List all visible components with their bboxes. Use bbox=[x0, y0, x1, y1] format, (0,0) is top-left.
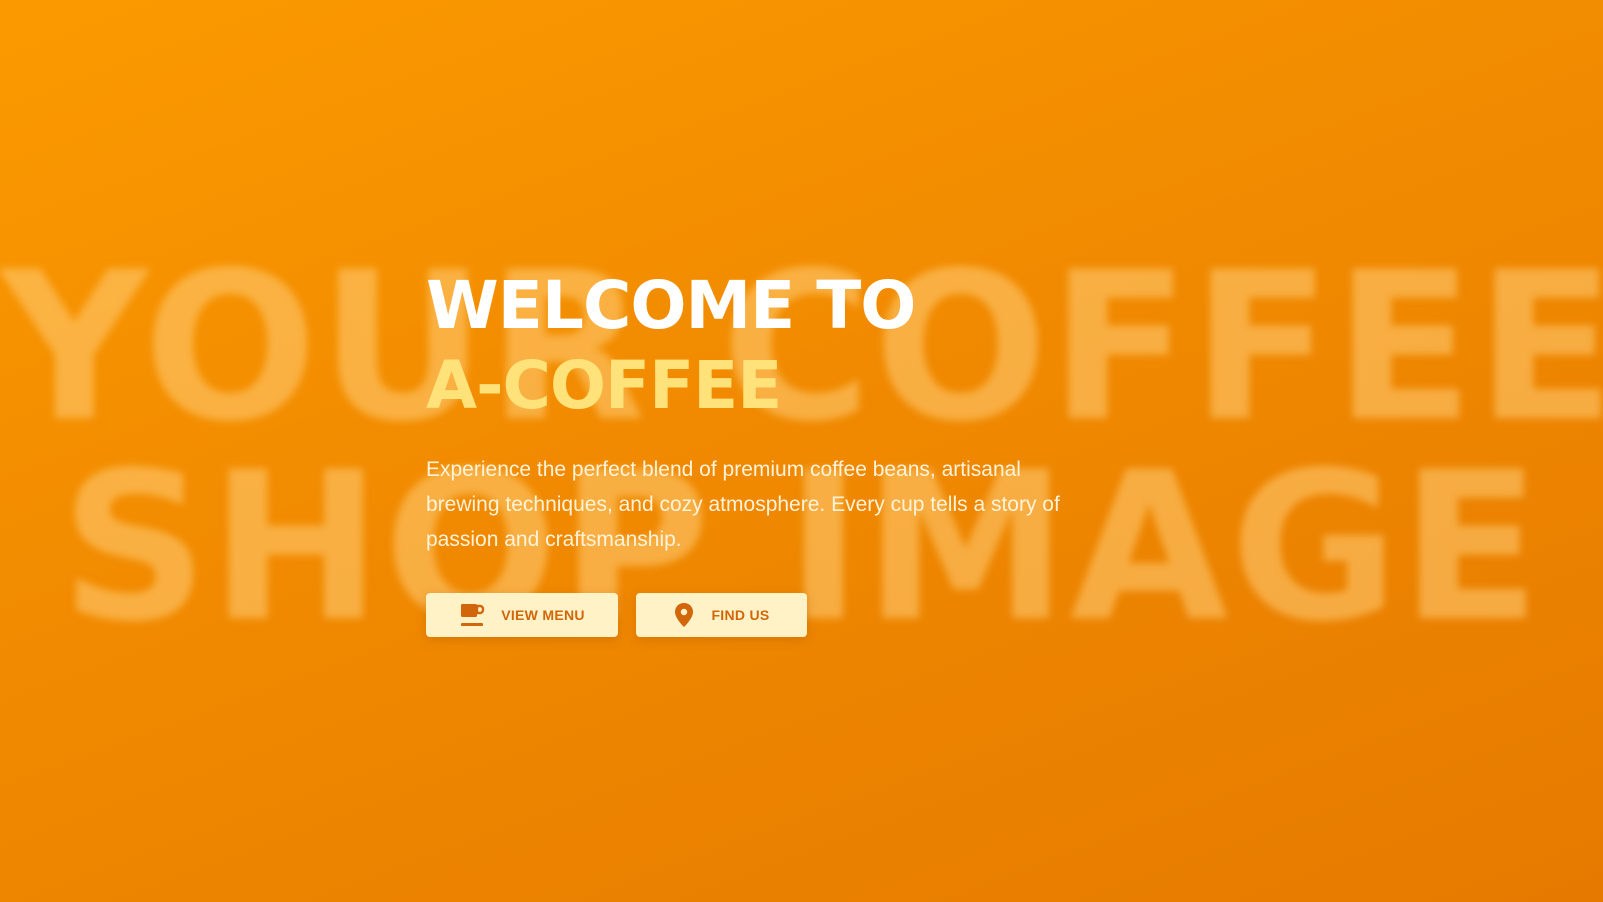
find-us-button[interactable]: FIND US bbox=[636, 593, 807, 637]
hero-title: WELCOME TO A-COFFEE bbox=[426, 266, 1126, 426]
find-us-label: FIND US bbox=[711, 607, 770, 623]
view-menu-button[interactable]: VIEW MENU bbox=[426, 593, 618, 637]
coffee-cup-icon bbox=[459, 602, 485, 628]
hero-actions: VIEW MENU FIND US bbox=[426, 593, 1126, 637]
hero-title-line-1: WELCOME TO bbox=[426, 267, 916, 344]
hero-title-brand: A-COFFEE bbox=[426, 347, 782, 424]
view-menu-label: VIEW MENU bbox=[501, 607, 585, 623]
location-pin-icon bbox=[673, 602, 695, 628]
hero-subtitle: Experience the perfect blend of premium … bbox=[426, 458, 1060, 551]
hero-section: WELCOME TO A-COFFEE Experience the perfe… bbox=[426, 266, 1126, 637]
